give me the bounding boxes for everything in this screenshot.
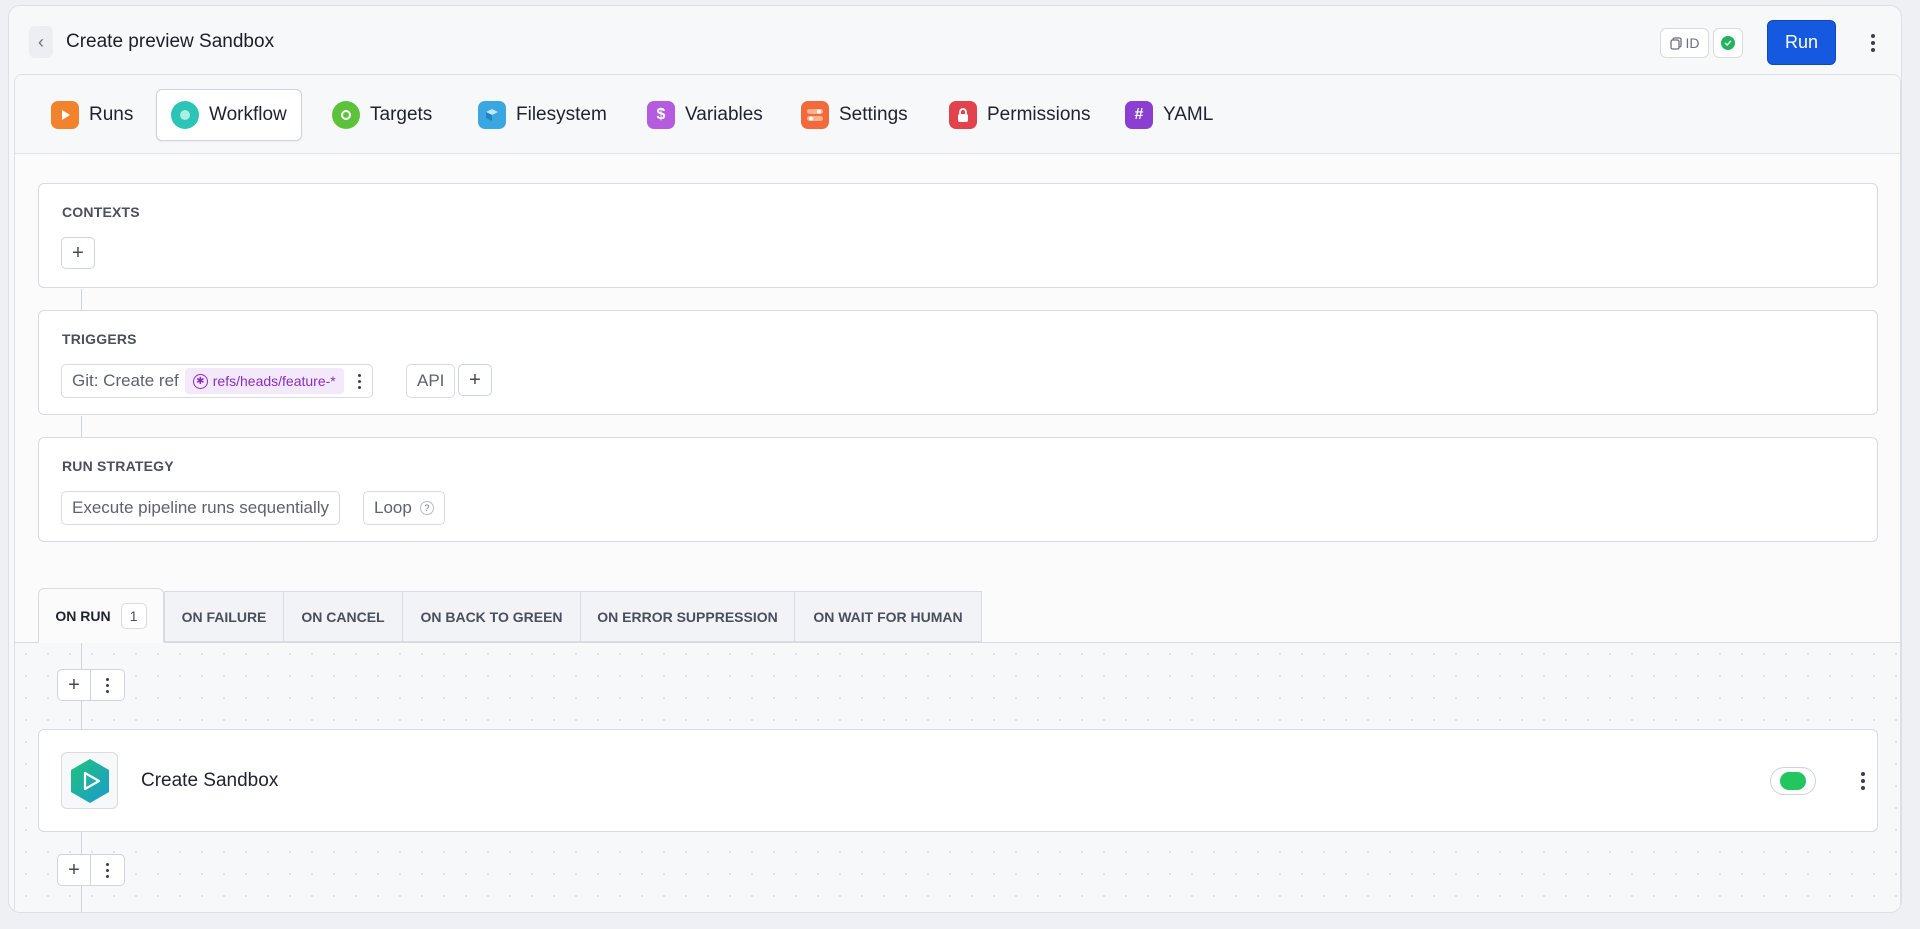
tab-permissions[interactable]: Permissions [935,89,1104,141]
trigger-label: API [417,371,445,390]
lock-icon [949,101,977,129]
variables-icon: $ [647,101,675,129]
add-action-button[interactable]: + [58,855,91,885]
run-strategy-value: Execute pipeline runs sequentially [72,498,330,517]
check-circle-icon [1721,36,1735,50]
event-tab-label: ON RUN [55,607,111,624]
run-strategy-section: RUN STRATEGY Execute pipeline runs seque… [38,437,1878,542]
tab-label: Runs [89,104,134,125]
copy-id-button[interactable]: ID [1660,28,1709,58]
event-tab-on-cancel[interactable]: ON CANCEL [283,591,403,642]
connector-line [81,416,82,437]
tab-label: Workflow [209,104,287,125]
action-count-badge: 1 [120,602,147,629]
tab-label: Settings [839,104,908,125]
event-tab-label: ON ERROR SUPPRESSION [597,608,778,625]
loop-button[interactable]: Loop ? [363,491,445,525]
loop-label: Loop [374,498,412,517]
targets-icon [332,101,360,129]
event-tab-on-back-to-green[interactable]: ON BACK TO GREEN [402,591,581,642]
filesystem-icon [478,101,506,129]
run-strategy-select[interactable]: Execute pipeline runs sequentially [61,491,341,525]
action-enabled-toggle[interactable] [1770,767,1816,795]
plus-icon: + [72,241,84,264]
copy-icon [1669,36,1682,50]
add-trigger-button[interactable]: + [458,364,492,396]
toggle-indicator [1780,772,1806,790]
section-title: RUN STRATEGY [62,458,174,474]
event-tab-label: ON WAIT FOR HUMAN [813,608,963,625]
pipeline-panel: Runs Workflow Targets Filesystem $ Varia… [14,74,1901,912]
event-tab-on-error-suppression[interactable]: ON ERROR SUPPRESSION [580,591,795,642]
plus-icon: + [68,858,80,881]
plus-icon: + [469,368,481,391]
trigger-api[interactable]: API [406,364,456,398]
workflow-icon [171,101,199,129]
runs-icon [51,101,79,129]
back-button[interactable]: ‹ [29,26,53,58]
tab-variables[interactable]: $ Variables [633,89,777,141]
trigger-git-create-ref[interactable]: Git: Create ref ✱ refs/heads/feature-* [61,364,373,398]
tab-bar: Runs Workflow Targets Filesystem $ Varia… [15,75,1900,154]
event-tab-label: ON CANCEL [301,608,385,625]
ref-badge: ✱ refs/heads/feature-* [184,368,344,394]
hash-icon: # [1125,101,1153,129]
more-menu-icon[interactable] [1861,28,1885,58]
section-title: TRIGGERS [62,331,137,347]
app-window: ‹ Create preview Sandbox ID Run Runs Wor… [8,5,1902,913]
asterisk-icon: ✱ [192,373,208,389]
page-header: ‹ Create preview Sandbox ID Run [9,6,1901,74]
tab-label: Variables [685,104,763,125]
ref-pattern: refs/heads/feature-* [212,373,336,389]
trigger-label: Git: Create ref [72,371,179,390]
id-label: ID [1685,35,1700,51]
help-icon: ? [419,501,434,515]
chevron-left-icon: ‹ [38,31,44,52]
action-group-menu-icon[interactable] [91,855,124,885]
action-group-menu-icon[interactable] [91,670,124,700]
add-action-group-bottom: + [57,854,125,886]
page-title: Create preview Sandbox [66,31,275,52]
tab-filesystem[interactable]: Filesystem [464,89,621,141]
tab-runs[interactable]: Runs [37,89,147,141]
settings-icon [801,101,829,129]
action-icon-box [61,752,118,809]
tab-label: YAML [1163,104,1214,125]
section-title: CONTEXTS [62,204,140,220]
add-action-button[interactable]: + [58,670,91,700]
action-name: Create Sandbox [141,770,279,791]
event-tab-on-wait-for-human[interactable]: ON WAIT FOR HUMAN [794,591,982,642]
action-menu-icon[interactable] [1851,766,1875,796]
run-button[interactable]: Run [1767,20,1836,65]
event-tab-label: ON BACK TO GREEN [420,608,563,625]
triggers-section: TRIGGERS Git: Create ref ✱ refs/heads/fe… [38,310,1878,415]
add-action-group-top: + [57,669,125,701]
connector-line [81,289,82,310]
event-tab-on-run[interactable]: ON RUN 1 [38,588,164,643]
trigger-menu-icon[interactable] [352,368,368,394]
tab-yaml[interactable]: # YAML [1111,89,1227,141]
tab-label: Permissions [987,104,1091,125]
action-card[interactable]: Create Sandbox [38,729,1878,832]
tab-settings[interactable]: Settings [787,89,922,141]
tab-targets[interactable]: Targets [318,89,446,141]
plus-icon: + [68,673,80,696]
sandbox-play-icon [70,758,109,803]
event-tab-label: ON FAILURE [181,608,267,625]
tab-label: Filesystem [516,104,607,125]
status-button[interactable] [1713,28,1743,58]
event-tab-on-failure[interactable]: ON FAILURE [164,591,284,642]
add-context-button[interactable]: + [61,237,95,269]
contexts-section: CONTEXTS + [38,183,1878,288]
tab-label: Targets [370,104,433,125]
tab-workflow[interactable]: Workflow [156,89,302,141]
